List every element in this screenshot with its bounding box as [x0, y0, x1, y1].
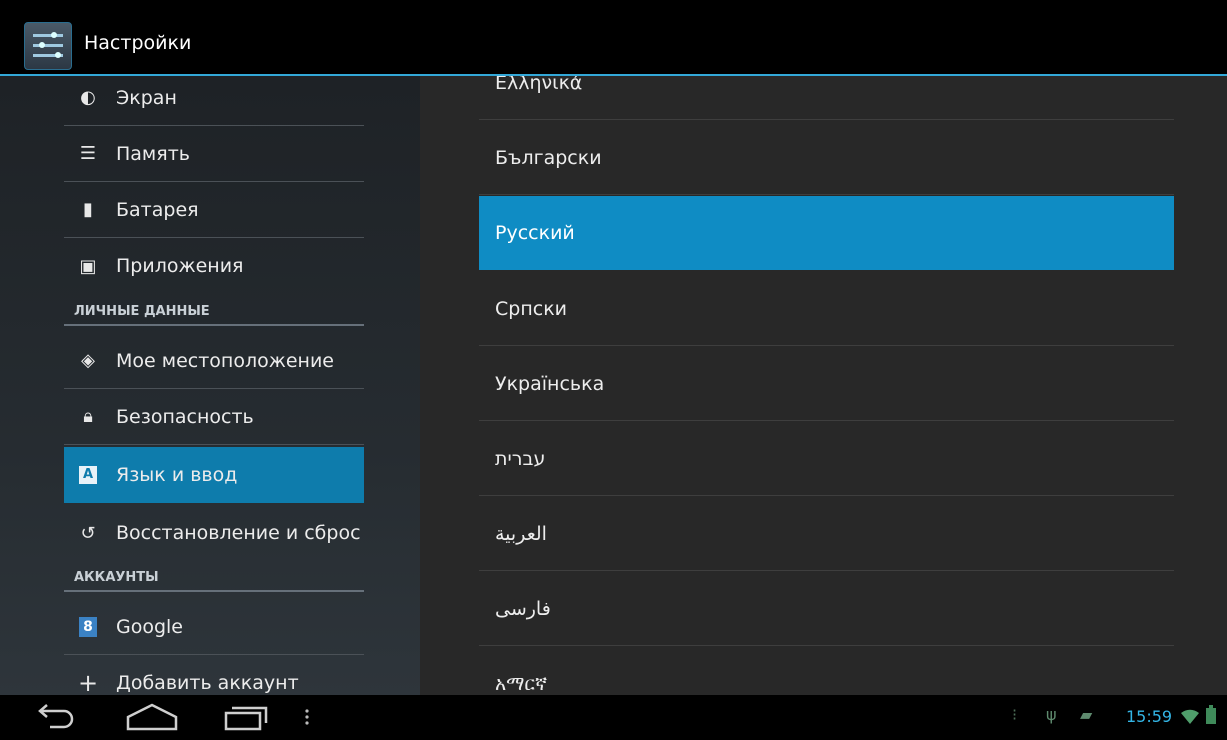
- lock-icon: 🔒︎: [83, 406, 93, 427]
- sidebar-item-security[interactable]: 🔒︎ Безопасность: [64, 389, 364, 445]
- language-item[interactable]: עברית: [479, 422, 1174, 496]
- battery-icon: ▮: [83, 199, 93, 220]
- sidebar-item-location[interactable]: ◈ Мое местоположение: [64, 333, 364, 389]
- sidebar-item-apps[interactable]: ▣ Приложения: [64, 238, 364, 294]
- sidebar-item-language-input[interactable]: A Язык и ввод: [64, 447, 364, 503]
- display-icon: ◐: [80, 87, 96, 108]
- sidebar-item-label: Экран: [116, 86, 177, 109]
- sidebar-item-label: Google: [116, 615, 184, 638]
- sidebar-item-label: Батарея: [116, 198, 199, 221]
- sidebar-item-google[interactable]: 8 Google: [64, 599, 364, 655]
- google-icon: 8: [79, 616, 97, 637]
- language-item[interactable]: Српски: [479, 272, 1174, 346]
- settings-sliders-icon[interactable]: [24, 22, 72, 70]
- section-header-personal: ЛИЧНЫЕ ДАННЫЕ: [64, 298, 364, 326]
- sidebar-item-backup-reset[interactable]: ↺ Восстановление и сброс: [64, 505, 364, 561]
- wifi-icon[interactable]: [1180, 707, 1200, 725]
- menu-overflow-icon[interactable]: [300, 701, 314, 733]
- usb-icon[interactable]: ψ: [1046, 705, 1057, 724]
- add-icon: +: [77, 669, 99, 695]
- language-list: Ελληνικά Български Русский Српски Україн…: [420, 76, 1227, 695]
- home-icon[interactable]: [124, 701, 180, 733]
- android-debug-icon[interactable]: ▰: [1080, 705, 1092, 724]
- action-bar: Настройки: [0, 12, 1227, 76]
- app-title: Настройки: [84, 32, 192, 54]
- system-nav-bar: ⁝ ψ ▰ 15:59: [0, 695, 1227, 740]
- location-icon: ◈: [81, 350, 95, 371]
- sidebar-item-label: Приложения: [116, 255, 244, 277]
- language-item[interactable]: Ελληνικά: [479, 76, 1174, 120]
- recent-apps-icon[interactable]: [222, 701, 272, 733]
- language-item[interactable]: Български: [479, 121, 1174, 195]
- settings-sidebar: ◐ Экран ☰ Память ▮ Батарея ▣ Приложения …: [0, 76, 420, 695]
- sidebar-item-label: Добавить аккаунт: [116, 672, 299, 694]
- sidebar-item-label: Восстановление и сброс: [116, 522, 361, 544]
- language-icon: A: [79, 466, 97, 484]
- back-icon[interactable]: [30, 701, 80, 733]
- sidebar-item-label: Язык и ввод: [116, 464, 238, 486]
- apps-icon: ▣: [79, 255, 97, 277]
- sidebar-item-label: Память: [116, 142, 190, 165]
- sidebar-item-storage[interactable]: ☰ Память: [64, 126, 364, 182]
- clock[interactable]: 15:59: [1126, 707, 1172, 726]
- sidebar-item-display[interactable]: ◐ Экран: [64, 76, 364, 126]
- sidebar-item-label: Безопасность: [116, 405, 254, 428]
- section-header-accounts: АККАУНТЫ: [64, 564, 364, 592]
- restore-icon: ↺: [80, 522, 96, 544]
- battery-status-icon[interactable]: [1205, 705, 1217, 725]
- sidebar-item-add-account[interactable]: + Добавить аккаунт: [64, 655, 364, 695]
- storage-icon: ☰: [79, 143, 97, 164]
- language-item[interactable]: Українська: [479, 347, 1174, 421]
- sidebar-item-label: Мое местоположение: [116, 349, 334, 372]
- language-item[interactable]: فارسی: [479, 572, 1174, 646]
- language-item[interactable]: العربية: [479, 497, 1174, 571]
- notification-icon[interactable]: ⁝: [1012, 705, 1017, 724]
- language-item[interactable]: አማርኛ: [479, 647, 1174, 695]
- language-item-selected[interactable]: Русский: [479, 196, 1174, 270]
- sidebar-item-battery[interactable]: ▮ Батарея: [64, 182, 364, 238]
